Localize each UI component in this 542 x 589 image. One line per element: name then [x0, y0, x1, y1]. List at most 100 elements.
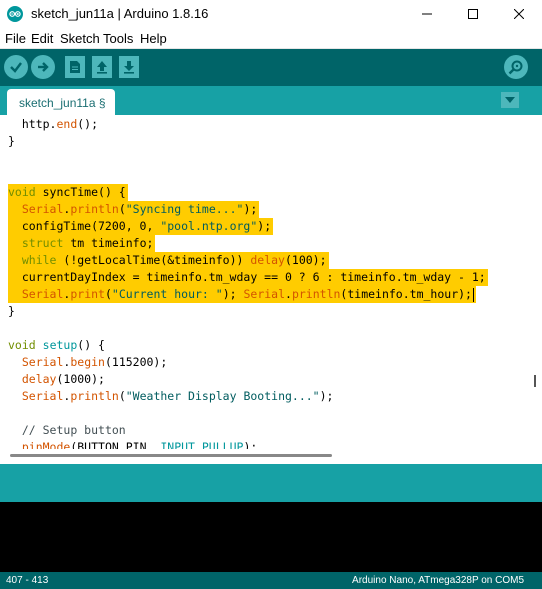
code-line[interactable]: }: [0, 303, 528, 320]
serial-monitor-icon: [508, 60, 523, 75]
code-text: void setup() {: [8, 337, 105, 354]
code-text: Serial.print("Current hour: "); Serial.p…: [8, 286, 474, 303]
code-token: Serial: [21, 389, 64, 403]
code-text: Serial.begin(115200);: [8, 354, 167, 371]
menu-sketch[interactable]: Sketch: [60, 31, 100, 46]
toolbar: [0, 49, 542, 86]
code-line[interactable]: }: [0, 133, 528, 150]
code-token: (!getLocalTime(&timeinfo)): [56, 253, 251, 267]
upload-button[interactable]: [31, 55, 55, 79]
code-token: begin: [70, 355, 105, 369]
new-button[interactable]: [65, 56, 85, 78]
code-token: (100);: [284, 253, 327, 267]
code-token: "Syncing time...": [125, 202, 244, 216]
code-token: (BUTTON_PIN,: [70, 440, 161, 449]
code-token: );: [319, 389, 334, 403]
code-text: delay(1000);: [8, 371, 105, 388]
code-line[interactable]: Serial.begin(115200);: [0, 354, 528, 371]
code-token: );: [243, 440, 258, 449]
verify-button[interactable]: [4, 55, 28, 79]
code-line[interactable]: [0, 150, 528, 167]
code-token: // Setup button: [21, 423, 126, 437]
code-line[interactable]: [0, 167, 528, 184]
menu-file[interactable]: File: [5, 31, 26, 46]
code-token: while: [21, 253, 57, 267]
tab-menu-button[interactable]: [501, 92, 519, 108]
text-cursor: [472, 287, 474, 302]
code-token: println: [70, 202, 119, 216]
code-token: }: [8, 134, 15, 148]
code-token: (: [104, 287, 112, 301]
code-text: }: [8, 303, 15, 320]
code-line[interactable]: Serial.println("Syncing time...");: [0, 201, 528, 218]
window-title: sketch_jun11a | Arduino 1.8.16: [31, 6, 209, 21]
code-token: .: [285, 287, 292, 301]
maximize-icon[interactable]: [450, 0, 496, 28]
code-token: (115200);: [104, 355, 168, 369]
code-line[interactable]: while (!getLocalTime(&timeinfo)) delay(1…: [0, 252, 528, 269]
code-token: tm timeinfo;: [63, 236, 154, 250]
tab-sketch[interactable]: sketch_jun11a §: [7, 89, 115, 115]
code-token: delay: [21, 372, 57, 386]
horizontal-scrollbar[interactable]: [10, 454, 332, 457]
verify-icon: [10, 62, 22, 73]
code-line[interactable]: configTime(7200, 0, "pool.ntp.org");: [0, 218, 528, 235]
code-line[interactable]: // Setup button: [0, 422, 528, 439]
code-line[interactable]: delay(1000);: [0, 371, 528, 388]
code-text: Serial.println("Syncing time...");: [8, 201, 257, 218]
close-icon[interactable]: [496, 0, 542, 28]
menu-help[interactable]: Help: [140, 31, 167, 46]
code-line[interactable]: [0, 405, 528, 422]
code-line[interactable]: Serial.print("Current hour: "); Serial.p…: [0, 286, 528, 303]
code-line[interactable]: void syncTime() {: [0, 184, 528, 201]
code-text: }: [8, 133, 15, 150]
code-token: );: [257, 219, 272, 233]
code-line[interactable]: [0, 320, 528, 337]
menu-bar: File Edit Sketch Tools Help: [0, 28, 542, 49]
message-bar: [0, 464, 542, 502]
code-line[interactable]: void setup() {: [0, 337, 528, 354]
code-token: void: [8, 338, 36, 352]
code-line[interactable]: pinMode(BUTTON_PIN, INPUT_PULLUP);: [0, 439, 528, 449]
code-token: }: [8, 304, 15, 318]
open-button[interactable]: [92, 56, 112, 78]
minimize-icon[interactable]: [404, 0, 450, 28]
serial-monitor-button[interactable]: [504, 55, 528, 79]
tab-bar: sketch_jun11a §: [0, 86, 542, 115]
board-info: Arduino Nano, ATmega328P on COM5: [352, 575, 524, 586]
vertical-scrollbar[interactable]: [534, 375, 536, 387]
code-line[interactable]: Serial.println("Weather Display Booting.…: [0, 388, 528, 405]
code-token: void: [8, 185, 36, 199]
code-token: configTime(7200, 0,: [8, 219, 161, 233]
code-line[interactable]: currentDayIndex = timeinfo.tm_wday == 0 …: [0, 269, 528, 286]
console-output[interactable]: [0, 502, 542, 572]
code-token: ();: [77, 117, 99, 131]
code-token: Serial: [21, 287, 64, 301]
code-text: // Setup button: [8, 422, 126, 439]
code-area[interactable]: http.end();} void syncTime() { Serial.pri…: [0, 115, 528, 449]
horizontal-scrollbar-track: [0, 449, 542, 464]
code-text: http.end();: [8, 116, 98, 133]
menu-tools[interactable]: Tools: [103, 31, 133, 46]
code-token: INPUT_PULLUP: [160, 440, 244, 449]
code-line[interactable]: struct tm timeinfo;: [0, 235, 528, 252]
code-token: (1000);: [56, 372, 105, 386]
save-icon: [124, 61, 134, 74]
menu-edit[interactable]: Edit: [31, 31, 53, 46]
code-text: Serial.println("Weather Display Booting.…: [8, 388, 334, 405]
new-icon: [70, 61, 80, 73]
code-token: currentDayIndex = timeinfo.tm_wday == 0 …: [8, 270, 486, 284]
save-button[interactable]: [119, 56, 139, 78]
code-text: currentDayIndex = timeinfo.tm_wday == 0 …: [8, 269, 486, 286]
code-token: (: [118, 202, 126, 216]
code-token: println: [70, 389, 119, 403]
code-line[interactable]: http.end();: [0, 116, 528, 133]
code-editor[interactable]: http.end();} void syncTime() { Serial.pri…: [0, 115, 542, 449]
code-token: Serial: [21, 202, 64, 216]
code-token: delay: [250, 253, 285, 267]
